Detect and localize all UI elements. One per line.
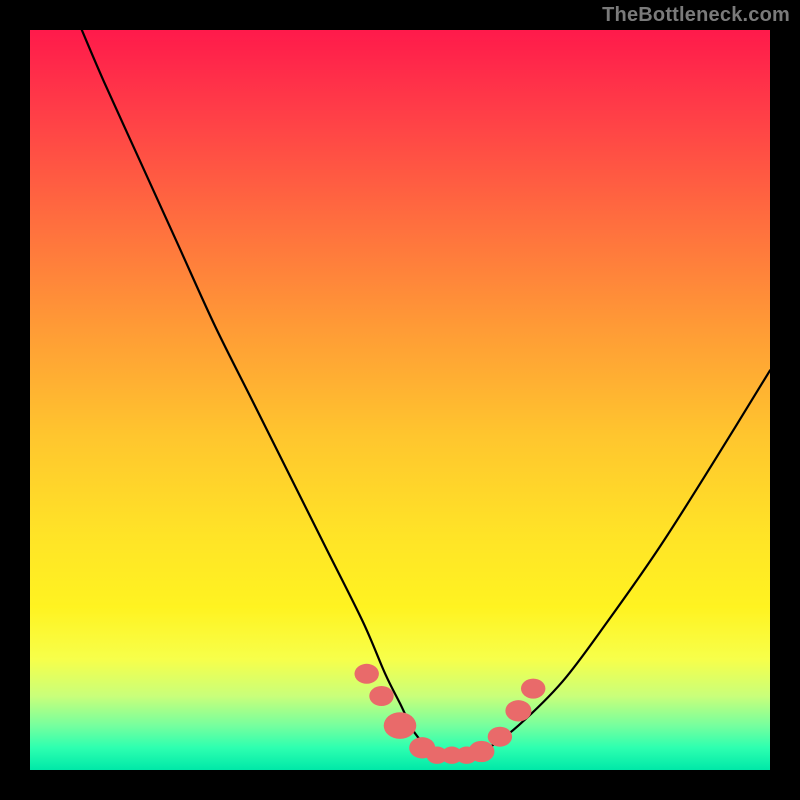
bottleneck-curve [82, 30, 770, 756]
curve-markers [354, 664, 545, 764]
curve-marker [488, 727, 512, 747]
chart-frame: TheBottleneck.com [0, 0, 800, 800]
watermark-text: TheBottleneck.com [602, 4, 790, 27]
plot-area [30, 30, 770, 770]
curve-marker [505, 700, 531, 721]
curve-marker [369, 686, 393, 706]
curve-marker [354, 664, 378, 684]
curve-marker [468, 741, 494, 762]
curve-marker [521, 679, 545, 699]
curve-layer [30, 30, 770, 770]
curve-marker [384, 712, 417, 739]
